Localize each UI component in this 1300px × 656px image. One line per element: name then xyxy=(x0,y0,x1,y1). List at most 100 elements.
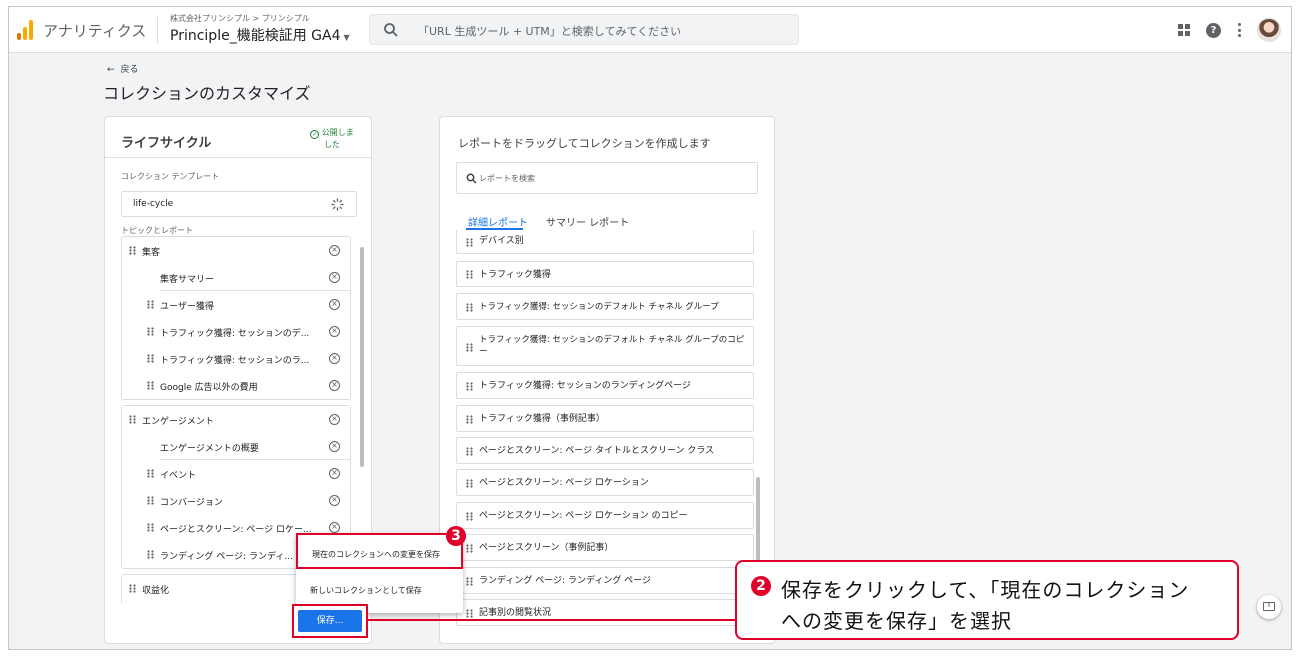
save-button-highlight: 保存... xyxy=(292,604,368,638)
report-item[interactable]: デバイス別 xyxy=(456,230,754,254)
search-bar[interactable]: 「URL 生成ツール + UTM」と検索してみてください xyxy=(369,14,799,45)
report-item[interactable]: ランディング ページ: ランディング ページ xyxy=(456,567,754,594)
report-item[interactable]: ページとスクリーン（事例記事） xyxy=(456,534,754,561)
report-row[interactable]: エンゲージメントの概要 × xyxy=(122,433,350,460)
report-label: デバイス別 xyxy=(479,236,524,246)
template-label: コレクション テンプレート xyxy=(121,172,220,181)
search-icon xyxy=(466,173,477,184)
drag-handle-icon[interactable] xyxy=(466,544,473,553)
report-label: ページとスクリーン: ページ タイトルとスクリーン クラス xyxy=(479,446,715,456)
app-frame: アナリティクス 株式会社プリンシプル > プリンシプル Principle_機能… xyxy=(8,6,1292,650)
drag-handle-icon[interactable] xyxy=(466,479,473,488)
drag-handle-icon[interactable] xyxy=(466,238,473,247)
help-icon[interactable]: ? xyxy=(1206,22,1221,38)
report-item[interactable]: トラフィック獲得 xyxy=(456,261,754,287)
remove-icon[interactable]: × xyxy=(329,468,340,479)
drag-handle-icon[interactable] xyxy=(129,584,136,593)
report-row[interactable]: 集客サマリー × xyxy=(122,264,350,291)
report-row[interactable]: イベント × xyxy=(122,460,350,487)
report-item[interactable]: ページとスクリーン: ページ ロケーション xyxy=(456,469,754,496)
remove-icon[interactable]: × xyxy=(329,414,340,425)
drag-handle-icon[interactable] xyxy=(147,469,154,478)
remove-icon[interactable]: × xyxy=(329,326,340,337)
search-placeholder: 「URL 生成ツール + UTM」と検索してみてください xyxy=(418,25,682,38)
report-item[interactable]: 記事別の閲覧状況 xyxy=(456,599,754,626)
drag-handle-icon[interactable] xyxy=(147,550,154,559)
report-row[interactable]: ユーザー獲得 × xyxy=(122,291,350,318)
drag-handle-icon[interactable] xyxy=(466,609,473,618)
drag-handle-icon[interactable] xyxy=(147,354,154,363)
apps-icon[interactable] xyxy=(1178,24,1190,36)
drag-handle-icon[interactable] xyxy=(466,382,473,391)
remove-icon[interactable]: × xyxy=(329,522,340,533)
report-row[interactable]: コンバージョン × xyxy=(122,487,350,514)
back-link[interactable]: ← 戻る xyxy=(107,62,139,75)
report-label: トラフィック獲得: セッションのランディングページ xyxy=(479,381,691,391)
save-to-current-collection[interactable]: 現在のコレクションへの変更を保存 xyxy=(296,533,463,569)
remove-icon[interactable]: × xyxy=(329,272,340,283)
app-name[interactable]: アナリティクス xyxy=(43,20,146,41)
topic-group-acquisition[interactable]: 集客 × 集客サマリー × ユーザー獲得 × トラフィック獲得: セッションのデ… xyxy=(121,236,351,400)
report-item[interactable]: ページとスクリーン: ページ タイトルとスクリーン クラス xyxy=(456,437,754,464)
report-list: デバイス別 トラフィック獲得 トラフィック獲得: セッションのデフォルト チャネ… xyxy=(456,230,760,643)
remove-icon[interactable]: × xyxy=(329,380,340,391)
report-label: トラフィック獲得: セッションのデフォルト チャネル グループのコピー xyxy=(479,335,745,357)
template-field[interactable]: life-cycle xyxy=(121,191,357,217)
report-search-placeholder: レポートを検索 xyxy=(479,174,535,183)
avatar[interactable] xyxy=(1257,18,1281,42)
drag-handle-icon[interactable] xyxy=(147,523,154,532)
drag-handle-icon[interactable] xyxy=(466,415,473,424)
remove-icon[interactable]: × xyxy=(329,353,340,364)
drag-handle-icon[interactable] xyxy=(466,343,473,352)
feedback-button[interactable]: ! xyxy=(1257,595,1281,619)
drag-handle-icon[interactable] xyxy=(129,246,136,255)
tab-detail-reports[interactable]: 詳細レポート xyxy=(468,214,528,229)
report-row[interactable]: Google 広告以外の費用 × xyxy=(122,372,350,399)
drag-handle-icon[interactable] xyxy=(147,496,154,505)
drag-handle-icon[interactable] xyxy=(129,415,136,424)
topic-row[interactable]: 集客 × xyxy=(122,237,350,264)
report-label: ランディング ページ: ランディ... xyxy=(160,552,293,562)
report-item[interactable]: ページとスクリーン: ページ ロケーション のコピー xyxy=(456,502,754,529)
feedback-icon: ! xyxy=(1263,602,1275,611)
tab-summary-reports[interactable]: サマリー レポート xyxy=(546,214,629,229)
topic-row[interactable]: エンゲージメント × xyxy=(122,406,350,433)
header-divider xyxy=(157,17,158,43)
drag-handle-icon[interactable] xyxy=(147,300,154,309)
report-label: 集客サマリー xyxy=(160,275,215,285)
callout-line-1: 保存をクリックして、「現在のコレクション xyxy=(781,578,1190,602)
drag-handle-icon[interactable] xyxy=(466,512,473,521)
drag-handle-icon[interactable] xyxy=(466,447,473,456)
drag-handle-icon[interactable] xyxy=(466,270,473,279)
report-item[interactable]: トラフィック獲得（事例記事） xyxy=(456,405,754,432)
report-label: イベント xyxy=(160,471,197,481)
remove-icon[interactable]: × xyxy=(329,441,340,452)
drag-handle-icon[interactable] xyxy=(466,303,473,312)
report-item[interactable]: トラフィック獲得: セッションのデフォルト チャネル グループのコピー xyxy=(456,326,754,366)
drag-handle-icon[interactable] xyxy=(466,577,473,586)
save-button[interactable]: 保存... xyxy=(298,610,362,632)
top-bar: アナリティクス 株式会社プリンシプル > プリンシプル Principle_機能… xyxy=(9,7,1291,53)
report-item[interactable]: トラフィック獲得: セッションのランディングページ xyxy=(456,372,754,399)
report-item[interactable]: トラフィック獲得: セッションのデフォルト チャネル グループ xyxy=(456,293,754,320)
remove-icon[interactable]: × xyxy=(329,245,340,256)
remove-icon[interactable]: × xyxy=(329,495,340,506)
drag-handle-icon[interactable] xyxy=(147,381,154,390)
report-search-input[interactable]: レポートを検索 xyxy=(456,162,758,194)
callout-connector xyxy=(368,619,738,621)
check-circle-icon: ✓ xyxy=(310,130,320,139)
report-row[interactable]: トラフィック獲得: セッションのデ... × xyxy=(122,318,350,345)
topic-label: 収益化 xyxy=(142,586,170,596)
report-label: トラフィック獲得: セッションのデ... xyxy=(160,329,310,339)
drag-handle-icon[interactable] xyxy=(147,327,154,336)
save-as-new-collection[interactable]: 新しいコレクションとして保存 xyxy=(296,571,463,607)
property-selector[interactable]: Principle_機能検証用 GA4 ▼ xyxy=(170,25,350,45)
breadcrumb[interactable]: 株式会社プリンシプル > プリンシプル xyxy=(170,13,310,24)
more-vert-icon[interactable] xyxy=(1237,23,1241,37)
remove-icon[interactable]: × xyxy=(329,299,340,310)
report-row[interactable]: トラフィック獲得: セッションのラ... × xyxy=(122,345,350,372)
collection-name[interactable]: ライフサイクル xyxy=(121,132,211,151)
analytics-logo-icon[interactable] xyxy=(17,20,37,40)
report-label: ページとスクリーン: ページ ロケーション のコピー xyxy=(479,511,688,521)
scrollbar[interactable] xyxy=(360,247,364,467)
